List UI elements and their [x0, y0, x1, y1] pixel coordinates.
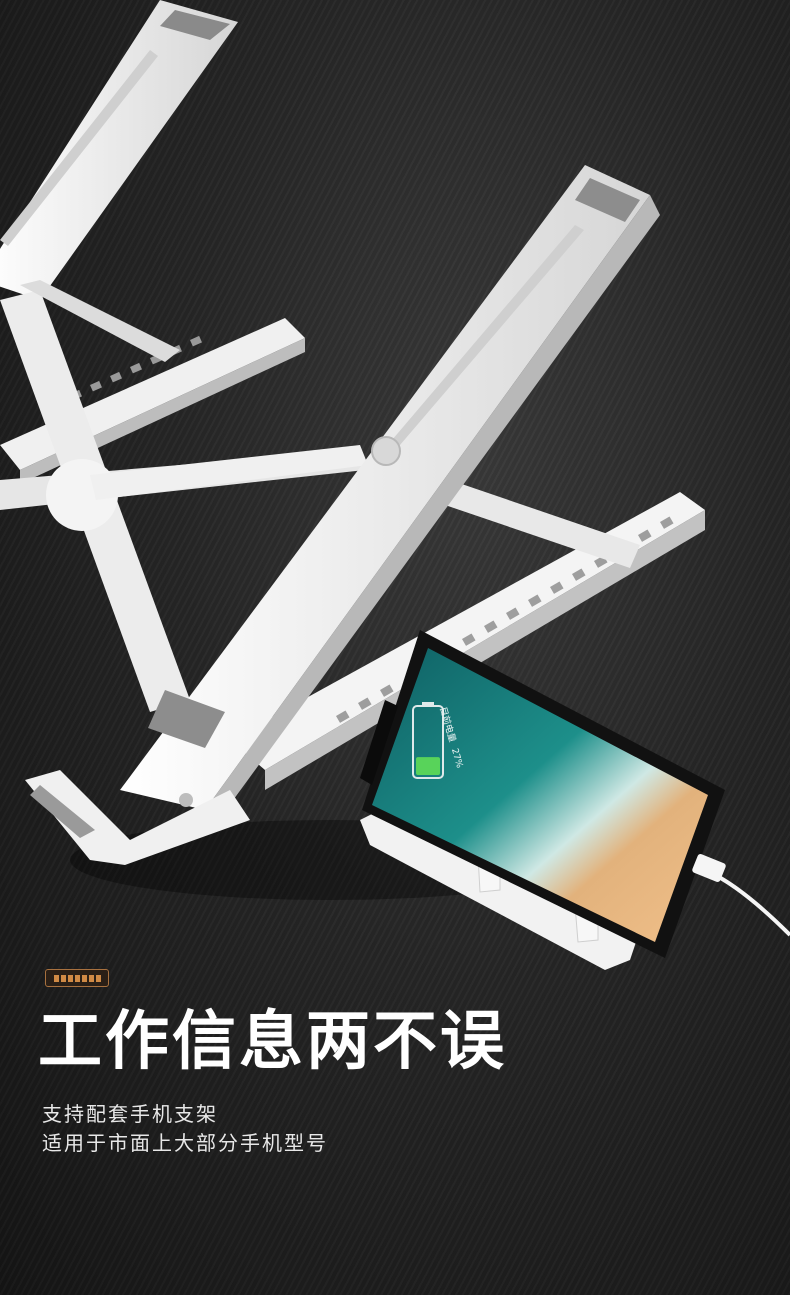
- subtitle-line-2: 适用于市面上大部分手机型号: [42, 1131, 328, 1155]
- front-arm-pivot: [179, 793, 193, 807]
- front-hinge-knob: [371, 436, 401, 466]
- back-arm: [0, 0, 238, 300]
- battery-level-fill: [416, 757, 440, 775]
- subtitle-line-1: 支持配套手机支架: [42, 1102, 218, 1126]
- product-banner: 目前电量 27% 工作信息两不误 支持配套手机支架 适用于市面上大部分手机型号: [0, 0, 790, 1295]
- brand-tag-icon: [45, 969, 109, 987]
- front-cross-strut: [445, 480, 640, 568]
- laptop-stand-illustration: 目前电量 27%: [0, 0, 790, 970]
- headline: 工作信息两不误: [38, 1005, 507, 1079]
